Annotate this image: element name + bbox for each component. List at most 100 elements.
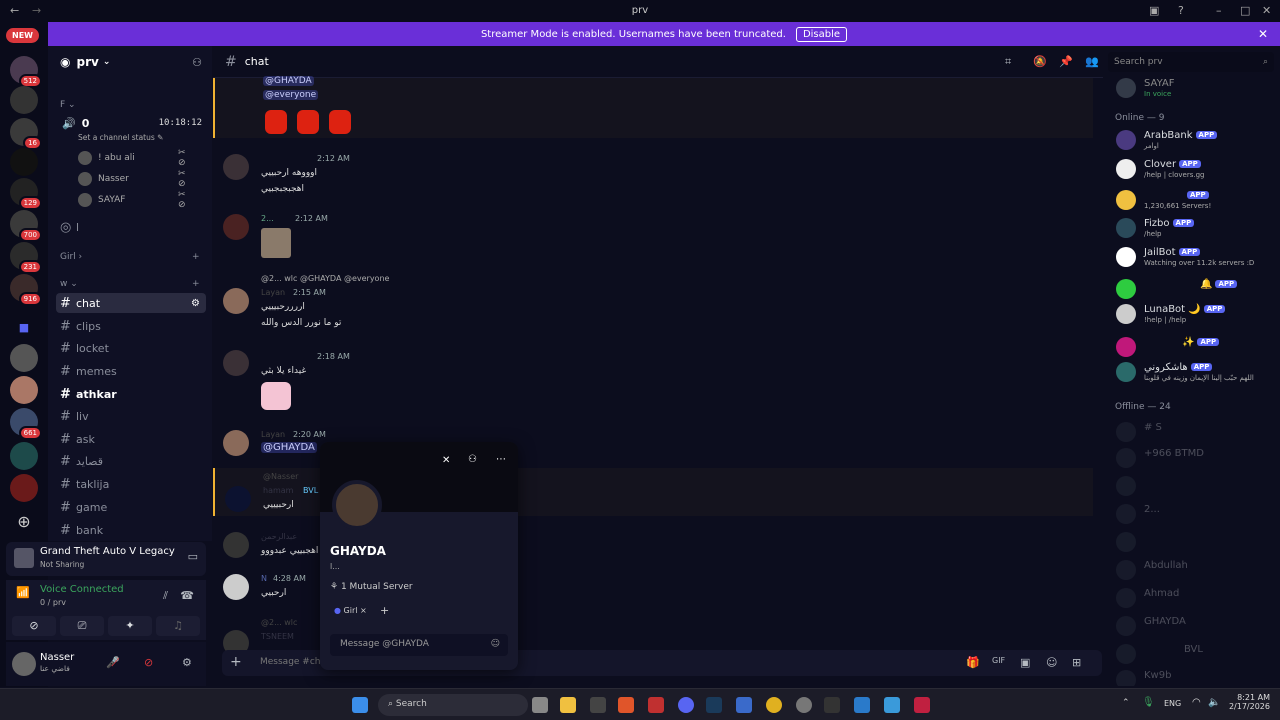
member-item[interactable]: 2... <box>1114 502 1274 528</box>
avatar[interactable] <box>12 652 36 676</box>
channel-bank[interactable]: # bank <box>56 520 206 540</box>
noise-suppression-icon[interactable]: ⫽ <box>163 589 168 603</box>
remove-friend-icon[interactable]: ✕ <box>442 455 450 466</box>
member-item[interactable]: Kw9b <box>1114 668 1274 686</box>
app-icon[interactable] <box>648 697 664 713</box>
voice-user[interactable]: Nasser ✂ ⊘ <box>78 169 186 189</box>
steam-icon[interactable] <box>706 697 722 713</box>
volume-icon[interactable]: 🔈 <box>1208 697 1220 708</box>
folder-icon[interactable]: ■ <box>10 314 38 342</box>
disable-button[interactable]: Disable <box>795 26 848 42</box>
stage-channel[interactable]: ◎ l <box>56 217 206 237</box>
dm-input[interactable]: Message @GHAYDA ☺ <box>330 634 508 656</box>
channel-athkar[interactable]: # athkar <box>56 384 206 404</box>
app-icon[interactable] <box>854 697 870 713</box>
member-item[interactable]: ArabBank APP اوامر <box>1114 128 1274 154</box>
channel-locket[interactable]: # locket <box>56 338 206 358</box>
member-item[interactable]: # S <box>1114 420 1274 446</box>
notifications-icon[interactable]: 🔕 <box>1033 55 1047 68</box>
server-icon[interactable]: 661 <box>10 408 42 440</box>
channel-clips[interactable]: # clips <box>56 316 206 336</box>
server-icon[interactable] <box>10 86 38 114</box>
server-icon[interactable]: 16 <box>10 118 42 150</box>
avatar[interactable] <box>332 480 382 530</box>
server-icon[interactable]: 129 <box>10 178 42 210</box>
avatar[interactable] <box>223 430 249 456</box>
server-icon[interactable] <box>10 376 38 404</box>
member-item[interactable]: 🔔 APP <box>1114 277 1274 303</box>
list-item[interactable]: @2... wlc @GHAYDA @everyone Layan 2:15 A… <box>213 274 1093 344</box>
member-item[interactable]: هاشكروني APP اللهم حبّب إلينا الإيمان وزين… <box>1114 360 1274 386</box>
mention[interactable]: @everyone <box>263 90 319 100</box>
minimize-icon[interactable]: – <box>1216 4 1222 17</box>
help-icon[interactable]: ? <box>1178 4 1184 17</box>
channel-ask[interactable]: # ask <box>56 429 206 449</box>
mention[interactable]: @GHAYDA <box>263 76 314 86</box>
apps-icon[interactable]: ⊞ <box>1072 656 1081 669</box>
deafen-icon[interactable]: ⊘ <box>144 656 153 669</box>
app-icon[interactable] <box>736 697 752 713</box>
mic-icon[interactable]: 🎙 <box>1142 697 1155 708</box>
avatar[interactable] <box>223 154 249 180</box>
member-item[interactable]: ✨ APP <box>1114 335 1274 361</box>
member-item[interactable]: APP 1,230,661 Servers! <box>1114 188 1274 214</box>
task-view-icon[interactable] <box>532 697 548 713</box>
channel-liv[interactable]: # liv <box>56 406 206 426</box>
camera-button[interactable]: ⊘ <box>12 616 56 636</box>
set-channel-status[interactable]: Set a channel status ✎ <box>78 133 163 142</box>
screen-share-button[interactable]: ⎚ <box>60 616 104 636</box>
member-item[interactable] <box>1114 474 1274 500</box>
app-icon[interactable] <box>914 697 930 713</box>
signal-icon[interactable]: 📶 <box>16 586 30 599</box>
server-icon[interactable]: 231 <box>10 242 42 274</box>
brave-icon[interactable] <box>618 697 634 713</box>
avatar[interactable] <box>223 532 249 558</box>
add-attachment-icon[interactable]: + <box>230 654 242 670</box>
chrome-icon[interactable] <box>766 697 782 713</box>
member-item[interactable]: GHAYDA <box>1114 614 1274 640</box>
file-explorer-icon[interactable] <box>560 697 576 713</box>
member-item[interactable]: Ahmad <box>1114 586 1274 612</box>
app-icon[interactable] <box>824 697 840 713</box>
member-list-icon[interactable]: 👥 <box>1085 55 1099 68</box>
chevron-up-icon[interactable]: ⌃ <box>1122 698 1130 708</box>
emoji-icon[interactable]: ☺ <box>491 639 500 649</box>
wifi-icon[interactable]: ◠ <box>1192 697 1201 708</box>
mute-icon[interactable]: 🎤̸ <box>106 656 120 669</box>
server-icon[interactable] <box>10 148 38 176</box>
category-w[interactable]: w ⌄ + <box>60 279 200 289</box>
soundboard-button[interactable]: ♫ <box>156 616 200 636</box>
add-friend-icon[interactable]: ⚇ <box>468 454 477 465</box>
list-item[interactable]: 2:18 AM غيداء يلا بثي <box>213 350 1093 410</box>
role-chip[interactable]: ● Girl × <box>334 606 367 615</box>
channel-chat[interactable]: # chat ⚙ <box>56 293 206 313</box>
app-icon[interactable] <box>796 697 812 713</box>
avatar[interactable] <box>223 350 249 376</box>
inbox-icon[interactable]: ▣ <box>1149 4 1159 17</box>
avatar[interactable] <box>223 574 249 600</box>
category-girl[interactable]: Girl › + <box>60 252 200 262</box>
category-f[interactable]: F ⌄ <box>60 100 76 110</box>
member-item[interactable]: Clover APP/help | clovers.gg <box>1114 157 1274 183</box>
invite-icon[interactable]: ⚇ <box>192 56 202 69</box>
add-role-icon[interactable]: + <box>380 604 389 617</box>
image-attachment[interactable] <box>261 228 291 258</box>
server-icon[interactable] <box>10 344 38 372</box>
member-item[interactable]: JailBot APP Watching over 11.2k servers :D <box>1114 245 1274 271</box>
list-item[interactable]: 2... 2:12 AM <box>213 214 1093 264</box>
channel-qasayed[interactable]: # قصايد <box>56 451 206 471</box>
clock[interactable]: 8:21 AM 2/17/2026 <box>1226 693 1270 711</box>
list-item[interactable]: @GHAYDA @everyone <box>213 76 1093 138</box>
windows-start-icon[interactable] <box>352 697 368 713</box>
channel-memes[interactable]: # memes <box>56 361 206 381</box>
server-icon[interactable]: 512 <box>10 56 42 88</box>
pin-icon[interactable]: 📌 <box>1059 55 1073 68</box>
server-icon[interactable] <box>10 442 38 470</box>
mutual-servers[interactable]: ⚘ 1 Mutual Server <box>330 582 413 592</box>
disconnect-icon[interactable]: ☎ <box>180 589 194 602</box>
more-icon[interactable]: ⋯ <box>496 454 506 465</box>
member-item[interactable]: BVL <box>1114 642 1274 668</box>
voice-user[interactable]: ! abu ali ✂ ⊘ <box>78 148 186 168</box>
avatar[interactable] <box>223 214 249 240</box>
voice-channel-path[interactable]: 0 / prv <box>40 598 66 607</box>
